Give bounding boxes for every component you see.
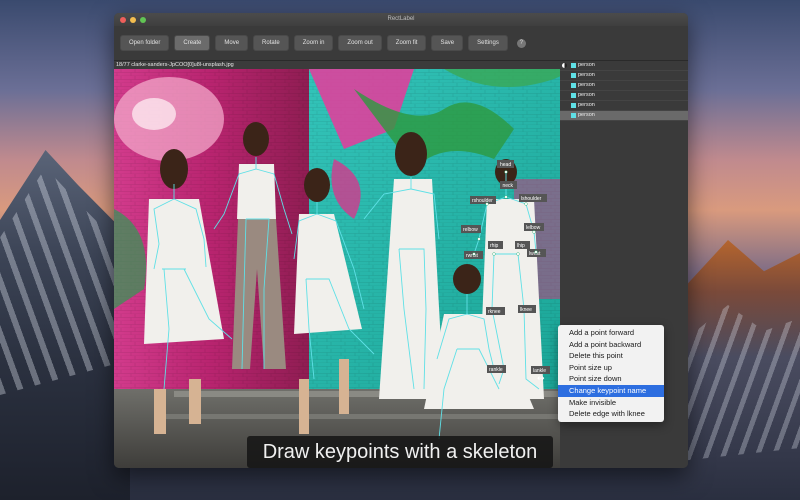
label-item[interactable]: person: [560, 61, 688, 71]
menu-add-point-backward[interactable]: Add a point backward: [558, 339, 664, 351]
zoom-fit-button[interactable]: Zoom fit: [386, 35, 427, 51]
desktop-mountain-left: [0, 150, 130, 500]
create-button[interactable]: Create: [174, 35, 211, 51]
caption-banner: Draw keypoints with a skeleton: [247, 436, 553, 468]
kp-head: head: [500, 162, 511, 168]
zoom-in-button[interactable]: Zoom in: [293, 35, 334, 51]
kp-lknee: lknee: [520, 307, 532, 313]
kp-rshoulder: rshoulder: [472, 198, 493, 204]
kp-lshoulder: lshoulder: [521, 196, 542, 202]
settings-button[interactable]: Settings: [468, 35, 508, 51]
label-color-swatch: [571, 73, 576, 78]
menu-make-invisible[interactable]: Make invisible: [558, 397, 664, 409]
label-item[interactable]: person: [560, 71, 688, 81]
label-item-selected[interactable]: person: [560, 111, 688, 121]
desktop-mountain-right: [680, 240, 800, 500]
kp-rankle: rankle: [489, 367, 503, 373]
move-button[interactable]: Move: [215, 35, 249, 51]
label-color-swatch: [571, 113, 576, 118]
label-color-swatch: [571, 103, 576, 108]
context-menu: Add a point forward Add a point backward…: [558, 325, 664, 422]
title-bar: RectLabel: [114, 13, 688, 26]
file-name: 18/77 clarke-sanders-JpCOO[0]u8l-unsplas…: [116, 62, 234, 68]
menu-point-size-down[interactable]: Point size down: [558, 373, 664, 385]
kp-lelbow: lelbow: [526, 225, 541, 231]
zoom-out-button[interactable]: Zoom out: [338, 35, 382, 51]
label-item[interactable]: person: [560, 101, 688, 111]
label-item[interactable]: person: [560, 91, 688, 101]
image-canvas[interactable]: head neck rshoulder lshoulder relbow lel…: [114, 69, 577, 468]
kp-rknee: rknee: [488, 309, 501, 315]
visibility-icon[interactable]: [562, 63, 567, 68]
label-color-swatch: [571, 63, 576, 68]
window-title: RectLabel: [387, 16, 415, 22]
kp-relbow: relbow: [463, 227, 478, 233]
kp-rhip: rhip: [490, 243, 499, 249]
resize-cursor-icon: ↔: [537, 374, 545, 384]
label-color-swatch: [571, 83, 576, 88]
menu-add-point-forward[interactable]: Add a point forward: [558, 327, 664, 339]
label-color-swatch: [571, 93, 576, 98]
rotate-button[interactable]: Rotate: [253, 35, 289, 51]
menu-change-keypoint-name[interactable]: Change keypoint name: [558, 384, 664, 397]
kp-neck: neck: [503, 183, 514, 189]
save-button[interactable]: Save: [431, 35, 464, 51]
photo: head neck rshoulder lshoulder relbow lel…: [114, 69, 577, 468]
help-icon[interactable]: ?: [516, 38, 526, 48]
menu-delete-point[interactable]: Delete this point: [558, 350, 664, 362]
kp-rwrist: rwrist: [466, 253, 479, 259]
label-item[interactable]: person: [560, 81, 688, 91]
menu-delete-edge[interactable]: Delete edge with lknee: [558, 408, 664, 420]
toolbar: Open folder Create Move Rotate Zoom in Z…: [114, 26, 688, 61]
open-folder-button[interactable]: Open folder: [120, 35, 170, 51]
menu-point-size-up[interactable]: Point size up: [558, 362, 664, 374]
kp-lhip: lhip: [517, 243, 525, 249]
